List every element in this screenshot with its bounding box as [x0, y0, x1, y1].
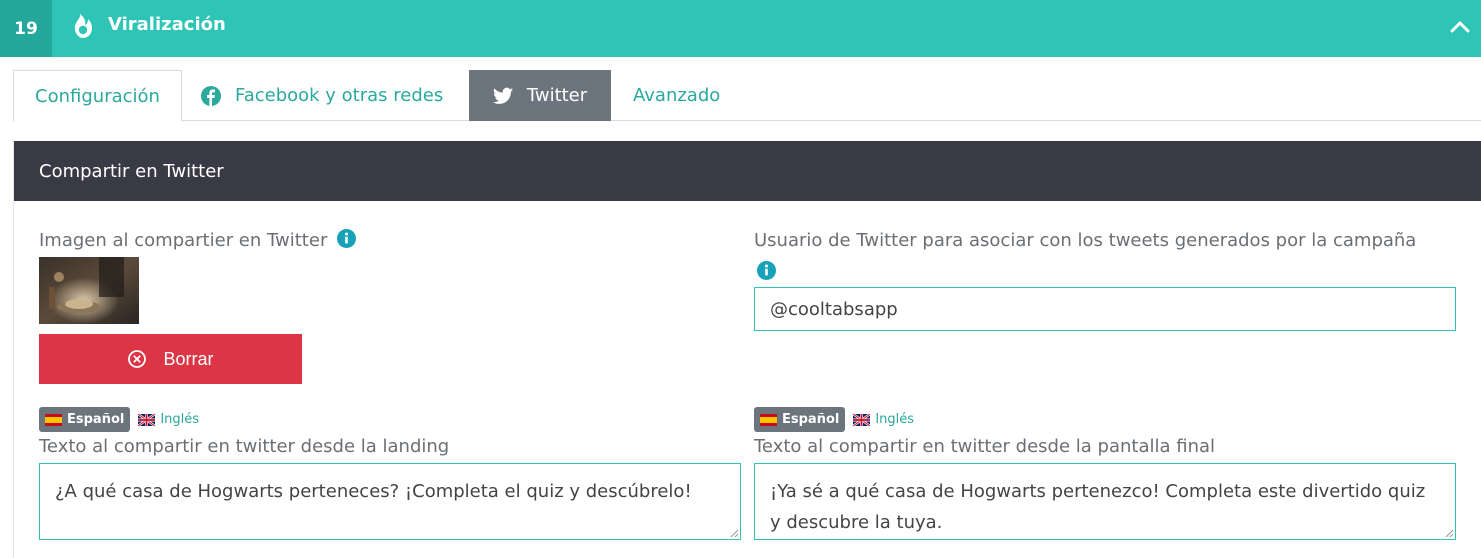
tab-label: Twitter: [526, 85, 588, 106]
spain-flag-icon: [760, 413, 777, 426]
tab-label: Configuración: [35, 85, 160, 107]
step-number: 19: [0, 0, 52, 57]
flame-icon: [74, 14, 92, 38]
landing-tweet-textarea[interactable]: ¿A qué casa de Hogwarts perteneces? ¡Com…: [39, 463, 741, 540]
lang-english[interactable]: Inglés: [138, 412, 199, 427]
uk-flag-icon: [138, 413, 156, 426]
section-header[interactable]: 19 Viralización: [0, 0, 1481, 57]
spain-flag-icon: [45, 413, 62, 426]
language-switch-final: Español Inglés: [754, 407, 914, 432]
section-title: Viralización: [108, 14, 226, 35]
uk-flag-icon: [853, 413, 871, 426]
language-switch-landing: Español Inglés: [39, 407, 199, 432]
delete-label: Borrar: [163, 348, 214, 369]
tab-label: Avanzado: [633, 85, 721, 106]
info-icon[interactable]: [337, 229, 357, 248]
facebook-icon: [201, 85, 221, 106]
tab-twitter[interactable]: Twitter: [469, 70, 611, 121]
resize-handle-icon[interactable]: [730, 529, 738, 537]
card-title: Compartir en Twitter: [14, 141, 1481, 201]
twitter-user-label: Usuario de Twitter para asociar con los …: [754, 230, 1417, 251]
tab-bar: Configuración Facebook y otras redes Twi…: [13, 70, 1481, 122]
close-circle-icon: [128, 350, 147, 368]
delete-image-button[interactable]: Borrar: [39, 334, 302, 384]
final-text-label: Texto al compartir en twitter desde la p…: [754, 436, 1216, 457]
lang-spanish[interactable]: Español: [39, 407, 131, 432]
chevron-up-icon[interactable]: [1447, 14, 1473, 40]
lang-spanish[interactable]: Español: [754, 407, 846, 432]
twitter-icon: [492, 87, 513, 104]
tab-avanzado[interactable]: Avanzado: [633, 70, 743, 121]
tab-facebook[interactable]: Facebook y otras redes: [201, 70, 463, 121]
resize-handle-icon[interactable]: [1445, 529, 1453, 537]
share-image: [39, 257, 139, 324]
twitter-user-input[interactable]: @cooltabsapp: [754, 287, 1456, 331]
share-image-thumbnail: [39, 257, 139, 324]
info-icon[interactable]: [757, 261, 776, 280]
tab-configuracion[interactable]: Configuración: [13, 70, 182, 122]
lang-english[interactable]: Inglés: [853, 412, 914, 427]
final-tweet-textarea[interactable]: ¡Ya sé a qué casa de Hogwarts pertenezco…: [754, 463, 1456, 540]
image-label-row: Imagen al compartier en Twitter: [39, 229, 357, 253]
image-label: Imagen al compartier en Twitter: [39, 230, 328, 251]
tab-label: Facebook y otras redes: [235, 85, 444, 106]
landing-text-label: Texto al compartir en twitter desde la l…: [39, 436, 450, 457]
